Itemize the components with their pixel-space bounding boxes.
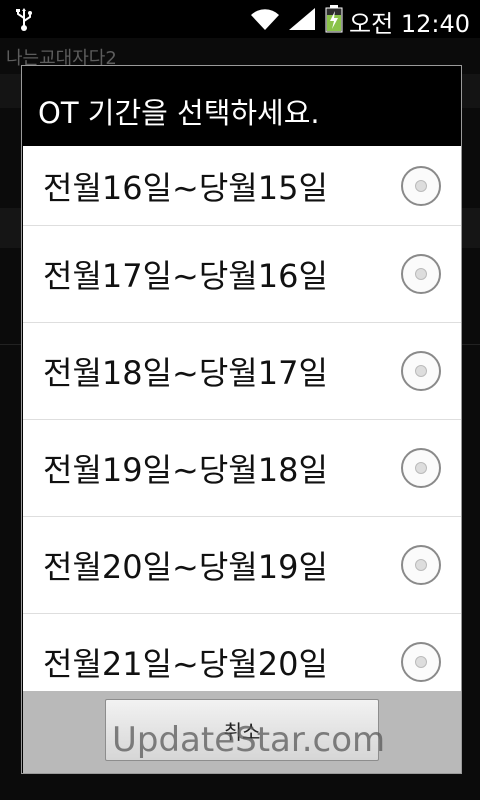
radio-button-icon[interactable] (401, 351, 441, 391)
option-list: 전월16일~당월15일 전월17일~당월16일 전월18일~당월17일 전월19… (23, 146, 461, 691)
option-label: 전월17일~당월16일 (43, 257, 328, 295)
option-item-4[interactable]: 전월20일~당월19일 (23, 517, 461, 614)
wifi-icon (250, 6, 280, 36)
ot-period-dialog: OT 기간을 선택하세요. 전월16일~당월15일 전월17일~당월16일 전월… (21, 65, 462, 774)
option-label: 전월18일~당월17일 (43, 354, 328, 392)
option-label: 전월16일~당월15일 (43, 168, 328, 207)
signal-icon (287, 6, 317, 36)
option-label: 전월20일~당월19일 (43, 548, 328, 586)
radio-button-icon[interactable] (401, 642, 441, 682)
option-item-1[interactable]: 전월17일~당월16일 (23, 226, 461, 323)
option-item-0[interactable]: 전월16일~당월15일 (23, 146, 461, 226)
option-item-5[interactable]: 전월21일~당월20일 (23, 614, 461, 691)
watermark: UpdateStar.com (112, 720, 386, 760)
radio-button-icon[interactable] (401, 254, 441, 294)
option-label: 전월19일~당월18일 (43, 451, 328, 489)
usb-icon (14, 8, 34, 36)
radio-button-icon[interactable] (401, 448, 441, 488)
battery-charging-icon (325, 5, 343, 37)
status-bar: 오전 12:40 (0, 0, 480, 38)
radio-button-icon[interactable] (401, 545, 441, 585)
status-clock: 오전 12:40 (349, 10, 470, 38)
option-item-3[interactable]: 전월19일~당월18일 (23, 420, 461, 517)
option-label: 전월21일~당월20일 (43, 645, 328, 683)
option-item-2[interactable]: 전월18일~당월17일 (23, 323, 461, 420)
dialog-title: OT 기간을 선택하세요. (38, 96, 320, 130)
radio-button-icon[interactable] (401, 165, 441, 206)
